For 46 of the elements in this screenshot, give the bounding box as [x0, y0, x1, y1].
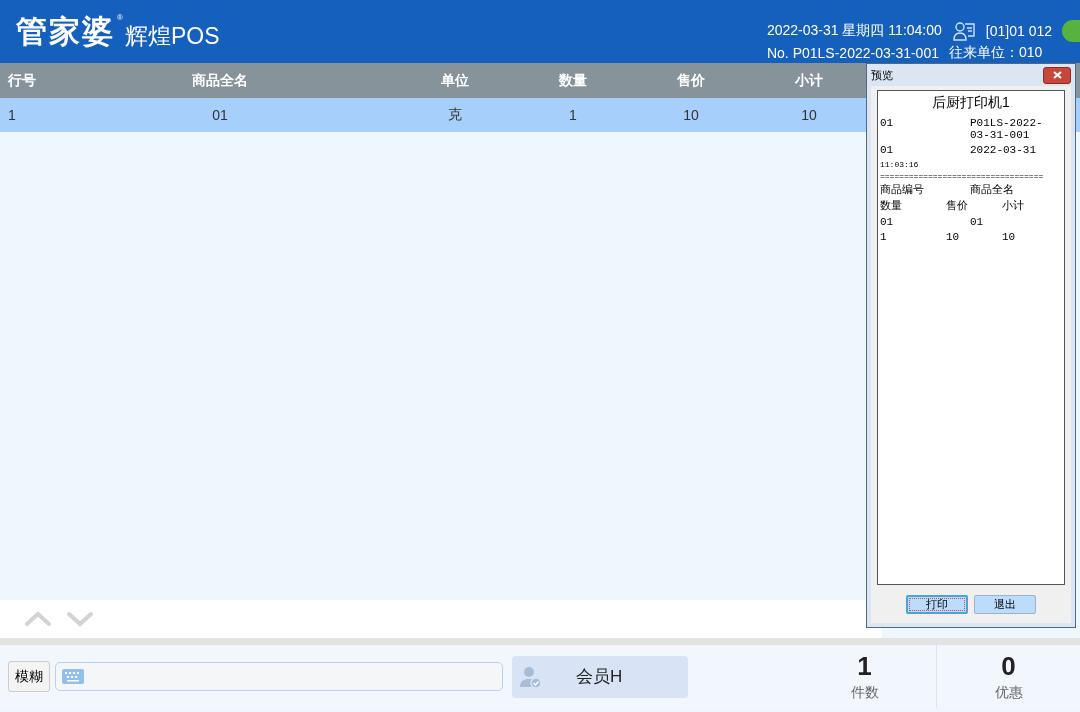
stat-value: 0 — [1001, 651, 1016, 682]
order-number: No. P01LS-2022-03-31-001 — [766, 44, 939, 61]
receipt-text: 11:03:16 — [880, 160, 920, 170]
stat-label: 优惠 — [994, 684, 1023, 702]
receipt-text: 1 — [880, 232, 888, 244]
receipt-text: 10 — [1002, 232, 1017, 244]
status-badge — [1062, 19, 1080, 42]
receipt-text: 01 — [880, 216, 895, 229]
receipt-text: 售价 — [946, 200, 969, 213]
receipt-text: 商品编号 — [880, 185, 925, 197]
operator-text: [01]01 012 — [985, 22, 1052, 39]
close-icon — [1052, 71, 1062, 79]
search-field[interactable] — [55, 662, 503, 691]
chevron-down-icon[interactable] — [66, 611, 94, 627]
receipt-text: ================================== — [880, 173, 1045, 182]
member-button[interactable]: 会员H — [512, 655, 688, 698]
stat-label: 件数 — [850, 684, 879, 702]
chevron-up-icon[interactable] — [24, 611, 52, 627]
receipt-text: 01 — [880, 118, 895, 131]
logo-brand-text: 管家婆 — [16, 12, 115, 51]
member-icon — [520, 665, 542, 688]
receipt-text: 2022-03-31 — [970, 145, 1037, 157]
stat-value: 1 — [857, 651, 872, 682]
column-header: 售价 — [676, 71, 706, 90]
receipt-text: 10 — [946, 232, 961, 244]
dialog-button[interactable]: 退出 — [974, 594, 1036, 614]
receipt-text: 01 — [970, 216, 985, 229]
column-header: 商品全名 — [191, 71, 249, 90]
column-header: 数量 — [558, 71, 588, 90]
column-header: 单位 — [440, 71, 470, 90]
receipt-text: 01 — [880, 145, 895, 157]
registered-mark: ® — [117, 12, 123, 22]
dialog-title: 预览 — [871, 67, 893, 83]
column-header: 行号 — [7, 71, 37, 90]
receipt-text: 商品全名 — [970, 185, 1015, 197]
receipt-text: 小计 — [1002, 200, 1025, 213]
fuzzy-search-button[interactable]: 模糊 — [8, 661, 50, 692]
datetime-text: 2022-03-31 星期四 11:04:00 — [766, 21, 942, 40]
logo-product-text: 辉煌POS — [124, 21, 220, 51]
partner-text: 往来单位：010 — [949, 43, 1043, 62]
user-card-icon — [951, 19, 976, 42]
receipt-text: 数量 — [880, 200, 903, 213]
column-header: 小计 — [794, 71, 824, 90]
dialog-button[interactable]: 打印 — [906, 594, 968, 614]
close-button[interactable] — [1043, 66, 1071, 84]
keyboard-icon — [62, 669, 84, 684]
